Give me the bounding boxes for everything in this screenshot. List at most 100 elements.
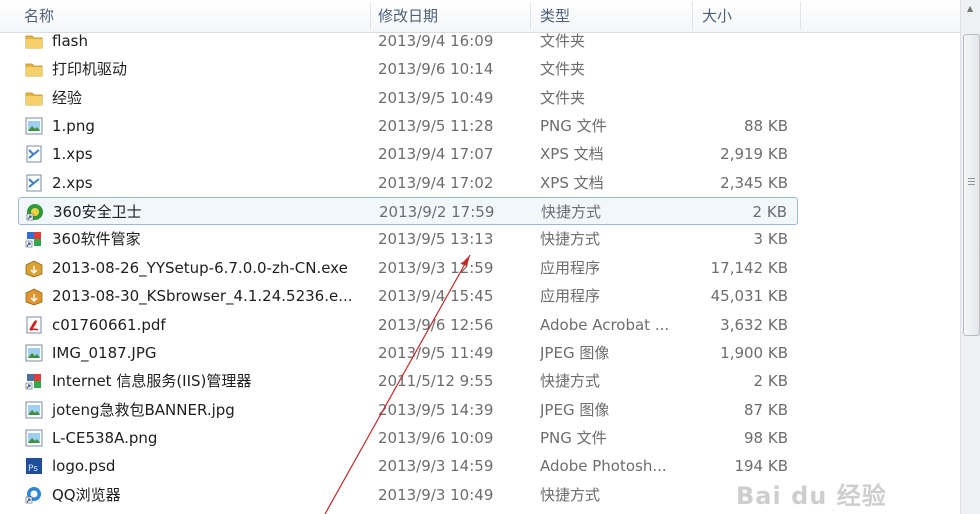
image-icon: [24, 428, 44, 448]
file-modified-date: 2013/9/6 10:09: [378, 428, 494, 447]
file-name: QQ浏览器: [52, 485, 121, 504]
column-divider[interactable]: [800, 2, 801, 30]
column-divider[interactable]: [692, 2, 693, 30]
file-type: Adobe Acrobat ...: [540, 315, 670, 334]
file-type: 应用程序: [540, 287, 601, 306]
file-type: PNG 文件: [540, 428, 607, 447]
pdf-icon: [24, 315, 44, 335]
xps-icon: [24, 173, 44, 193]
image-icon: [24, 116, 44, 136]
file-size: 3,632 KB: [720, 315, 788, 334]
file-type: 文件夹: [540, 60, 586, 79]
file-size: [688, 55, 788, 83]
image-icon: [24, 400, 44, 420]
file-row[interactable]: 1.xps 2013/9/4 17:07 XPS 文档 2,919 KB: [18, 140, 798, 168]
file-row[interactable]: Internet 信息服务(IIS)管理器 2011/5/12 9:55 快捷方式 2…: [18, 367, 798, 395]
sort-up-icon: ⌃: [183, 0, 192, 8]
file-type: 应用程序: [540, 258, 601, 277]
vertical-scrollbar[interactable]: ▲: [960, 0, 980, 514]
file-name: 360软件管家: [52, 230, 141, 249]
file-modified-date: 2013/9/5 13:13: [378, 230, 494, 249]
file-row[interactable]: 2013-08-26_YYSetup-6.7.0.0-zh-CN.exe 2013…: [18, 254, 798, 282]
file-name: 360安全卫士: [53, 203, 142, 222]
file-type: 文件夹: [540, 88, 586, 107]
file-name: 2013-08-30_KSbrowser_4.1.24.5236.e...: [52, 287, 353, 306]
shortcut-app-icon: [24, 229, 44, 249]
folder-icon: [24, 59, 44, 79]
file-size: 87 KB: [744, 400, 788, 419]
file-type: 快捷方式: [540, 372, 601, 391]
scrollbar-thumb[interactable]: [963, 34, 980, 336]
file-type: 文件夹: [540, 32, 586, 50]
svg-text:Ps: Ps: [28, 464, 38, 474]
column-divider[interactable]: [530, 2, 531, 30]
file-name: 经验: [52, 88, 83, 107]
installer-icon: [24, 258, 44, 278]
file-size: 2,919 KB: [720, 145, 788, 164]
installer-icon: [24, 286, 44, 306]
file-row[interactable]: 打印机驱动 2013/9/6 10:14 文件夹: [18, 55, 798, 83]
file-name: IMG_0187.JPG: [52, 343, 157, 362]
file-size: 3 KB: [753, 230, 788, 249]
file-modified-date: 2011/5/12 9:55: [378, 372, 494, 391]
file-name: 2.xps: [52, 173, 93, 192]
file-size: 17,142 KB: [710, 258, 788, 277]
file-row[interactable]: c01760661.pdf 2013/9/6 12:56 Adobe Acrobat…: [18, 311, 798, 339]
thumb-grip-line: [968, 178, 975, 179]
file-size: 98 KB: [744, 428, 788, 447]
file-modified-date: 2013/9/4 15:45: [378, 287, 494, 306]
file-row[interactable]: 1.png 2013/9/5 11:28 PNG 文件 88 KB: [18, 112, 798, 140]
file-type: Adobe Photosh...: [540, 457, 667, 476]
file-name: 打印机驱动: [52, 60, 128, 79]
file-size: 2,345 KB: [720, 173, 788, 192]
folder-icon: [24, 88, 44, 108]
file-row[interactable]: IMG_0187.JPG 2013/9/5 11:49 JPEG 图像 1,900 K…: [18, 339, 798, 367]
file-row[interactable]: flash 2013/9/4 16:09 文件夹: [18, 27, 798, 55]
file-size: 45,031 KB: [710, 287, 788, 306]
thumb-grip-line: [968, 184, 975, 185]
file-name: c01760661.pdf: [52, 315, 166, 334]
file-type: JPEG 图像: [540, 343, 610, 362]
shortcut-browser-icon: [24, 485, 44, 505]
scroll-up-arrow-icon[interactable]: ▲: [967, 4, 973, 13]
file-type: XPS 文档: [540, 173, 604, 192]
file-modified-date: 2013/9/4 17:02: [378, 173, 494, 192]
shortcut-app-icon: [24, 371, 44, 391]
file-row[interactable]: L-CE538A.png 2013/9/6 10:09 PNG 文件 98 KB: [18, 424, 798, 452]
file-row[interactable]: 360软件管家 2013/9/5 13:13 快捷方式 3 KB: [18, 225, 798, 253]
file-modified-date: 2013/9/5 11:28: [378, 117, 494, 136]
thumb-grip-line: [968, 181, 975, 182]
column-divider[interactable]: [370, 2, 371, 30]
file-modified-date: 2013/9/6 10:14: [378, 60, 494, 79]
file-row[interactable]: 2013-08-30_KSbrowser_4.1.24.5236.e... 201…: [18, 282, 798, 310]
file-size: [688, 27, 788, 55]
file-size: 2 KB: [752, 203, 787, 222]
file-row[interactable]: 经验 2013/9/5 10:49 文件夹: [18, 84, 798, 112]
file-type: PNG 文件: [540, 117, 607, 136]
file-name: Internet 信息服务(IIS)管理器: [52, 372, 252, 391]
file-modified-date: 2013/9/2 17:59: [379, 203, 495, 222]
file-row[interactable]: 360安全卫士 2013/9/2 17:59 快捷方式 2 KB: [18, 197, 798, 226]
file-name: logo.psd: [52, 457, 116, 476]
file-name: 2013-08-26_YYSetup-6.7.0.0-zh-CN.exe: [52, 258, 348, 277]
xps-icon: [24, 144, 44, 164]
baidu-watermark: Bai du 经验: [736, 482, 887, 510]
file-modified-date: 2013/9/5 14:39: [378, 400, 494, 419]
file-row[interactable]: 2.xps 2013/9/4 17:02 XPS 文档 2,345 KB: [18, 169, 798, 197]
file-type: 快捷方式: [540, 485, 601, 504]
file-name: 1.png: [52, 117, 95, 136]
file-size: 2 KB: [753, 372, 788, 391]
file-size: [688, 84, 788, 112]
file-modified-date: 2013/9/4 16:09: [378, 32, 494, 50]
file-type: XPS 文档: [540, 145, 604, 164]
file-type: 快捷方式: [540, 230, 601, 249]
file-name: 1.xps: [52, 145, 93, 164]
file-name: L-CE538A.png: [52, 428, 158, 447]
file-size: 88 KB: [744, 117, 788, 136]
file-modified-date: 2013/9/5 11:49: [378, 343, 494, 362]
file-row[interactable]: QQ浏览器 2013/9/3 10:49 快捷方式: [18, 481, 798, 509]
shortcut-360-icon: [25, 202, 45, 222]
file-modified-date: 2013/9/3 12:59: [378, 258, 494, 277]
file-row[interactable]: joteng急救包BANNER.jpg 2013/9/5 14:39 JPEG 图像…: [18, 396, 798, 424]
file-row[interactable]: Ps logo.psd 2013/9/3 14:59 Adobe Photosh...…: [18, 452, 798, 480]
